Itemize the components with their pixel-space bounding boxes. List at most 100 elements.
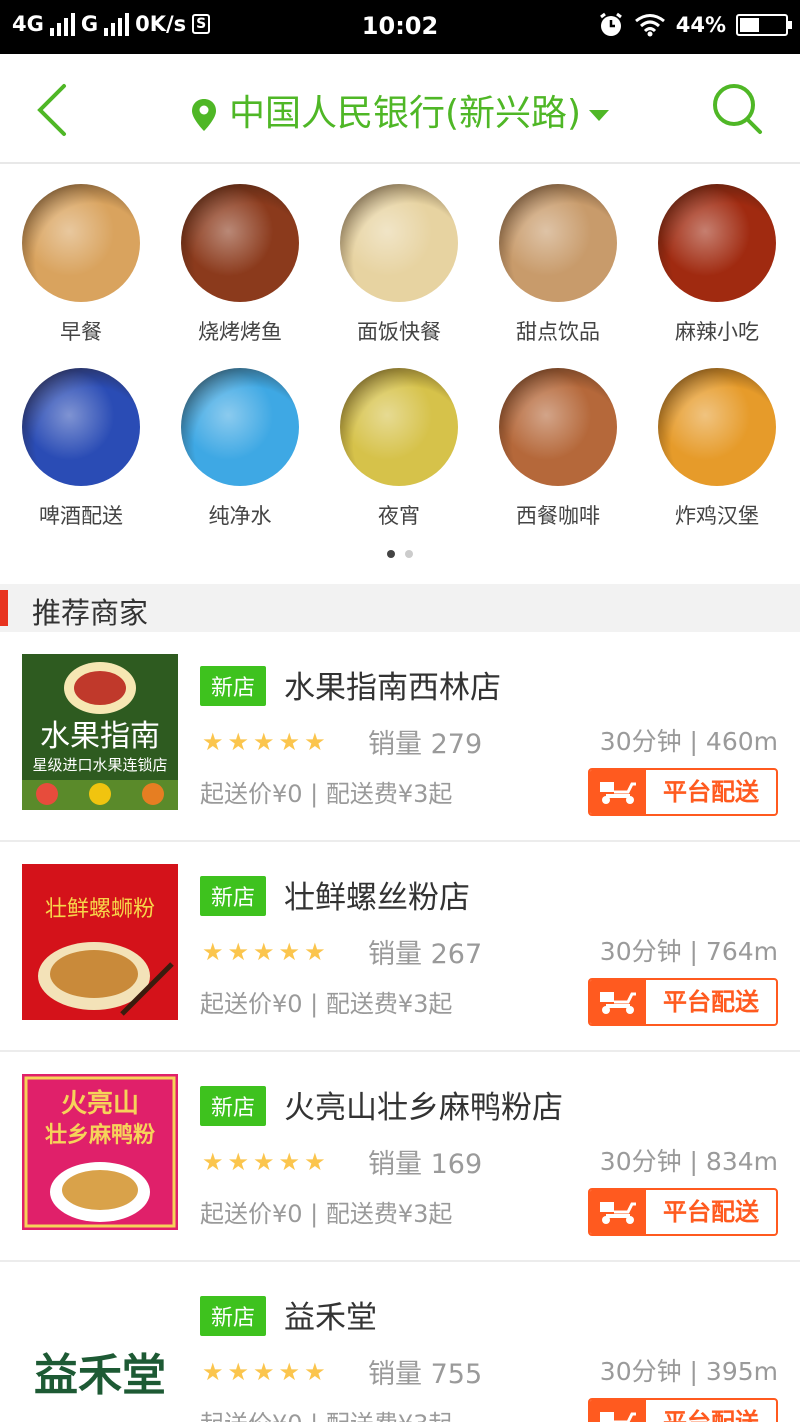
shop-logo: 水果指南 星级进口水果连锁店	[22, 654, 178, 810]
category-label: 甜点饮品	[516, 320, 600, 344]
delivery-fee: 起送价¥0 | 配送费¥3起	[200, 990, 453, 1018]
category-image	[658, 368, 776, 486]
platform-delivery-label: 平台配送	[663, 1408, 759, 1422]
delivery-fee: 起送价¥0 | 配送费¥3起	[200, 1200, 453, 1228]
category-item[interactable]: 甜点饮品	[479, 184, 637, 346]
new-shop-badge: 新店	[200, 1296, 267, 1336]
category-label: 早餐	[60, 320, 102, 344]
search-icon[interactable]	[710, 80, 764, 138]
svg-text:壮乡麻鸭粉: 壮乡麻鸭粉	[45, 1122, 155, 1148]
svg-text:壮鲜螺蛳粉: 壮鲜螺蛳粉	[45, 897, 155, 922]
category-label: 面饭快餐	[357, 320, 441, 344]
category-item[interactable]: 早餐	[2, 184, 160, 346]
category-image	[499, 368, 617, 486]
new-shop-badge: 新店	[200, 666, 267, 706]
category-item[interactable]: 夜宵	[320, 368, 478, 530]
category-item[interactable]: 炸鸡汉堡	[638, 368, 796, 530]
shop-logo: 壮鲜螺蛳粉	[22, 864, 178, 1020]
delivery-time-distance: 30分钟 | 834m	[599, 1147, 778, 1176]
platform-delivery-label: 平台配送	[663, 988, 759, 1016]
rating-stars: ★★★★★	[202, 1358, 330, 1386]
top-nav: 中国人民银行(新兴路)	[0, 54, 800, 164]
svg-text:水果指南: 水果指南	[40, 719, 160, 754]
category-item[interactable]: 麻辣小吃	[638, 184, 796, 346]
shop-list-item[interactable]: 壮鲜螺蛳粉 新店 壮鲜螺丝粉店 ★★★★★ 销量 267 30分钟 | 764m…	[0, 842, 800, 1052]
sales-count: 销量 169	[368, 1149, 483, 1180]
category-image	[499, 184, 617, 302]
category-label: 麻辣小吃	[675, 320, 759, 344]
category-label: 炸鸡汉堡	[675, 504, 759, 528]
category-grid: 早餐 烧烤烤鱼 面饭快餐 甜点饮品 麻辣小吃 啤酒配送 纯净水 夜宵 西餐咖啡 …	[0, 166, 800, 564]
platform-delivery-badge: 平台配送	[588, 768, 778, 816]
battery-fill	[740, 18, 759, 32]
rating-stars: ★★★★★	[202, 1148, 330, 1176]
battery-percent: 44%	[675, 13, 726, 37]
shop-logo: 益禾堂	[22, 1284, 178, 1422]
category-label: 啤酒配送	[39, 504, 123, 528]
shop-list-item[interactable]: 益禾堂 新店 益禾堂 ★★★★★ 销量 755 30分钟 | 395m 起送价¥…	[0, 1262, 800, 1422]
scooter-icon	[590, 770, 646, 814]
svg-text:益禾堂: 益禾堂	[34, 1350, 166, 1401]
category-item[interactable]: 西餐咖啡	[479, 368, 637, 530]
page-dot	[387, 550, 395, 558]
page-indicator	[0, 543, 800, 562]
category-label: 烧烤烤鱼	[198, 320, 282, 344]
rating-stars: ★★★★★	[202, 938, 330, 966]
section-title: 推荐商家	[32, 596, 149, 630]
section-header: 推荐商家	[0, 584, 800, 632]
scooter-icon	[590, 1190, 646, 1234]
category-item[interactable]: 烧烤烤鱼	[161, 184, 319, 346]
platform-delivery-badge: 平台配送	[588, 978, 778, 1026]
category-image	[658, 184, 776, 302]
alarm-icon	[599, 12, 622, 36]
svg-text:星级进口水果连锁店: 星级进口水果连锁店	[32, 756, 167, 774]
location-selector[interactable]: 中国人民银行(新兴路)	[0, 84, 800, 136]
category-label: 西餐咖啡	[516, 504, 600, 528]
category-image	[22, 368, 140, 486]
sales-count: 销量 267	[368, 939, 483, 970]
shop-name: 水果指南西林店	[284, 670, 501, 706]
wifi-icon	[634, 14, 665, 37]
category-label: 纯净水	[208, 504, 272, 528]
new-shop-badge: 新店	[200, 876, 267, 916]
shop-name: 火亮山壮乡麻鸭粉店	[284, 1090, 563, 1126]
scooter-icon	[590, 1400, 646, 1422]
new-shop-badge: 新店	[200, 1086, 267, 1126]
delivery-fee: 起送价¥0 | 配送费¥3起	[200, 780, 453, 808]
category-image	[340, 184, 458, 302]
category-image	[22, 184, 140, 302]
delivery-time-distance: 30分钟 | 460m	[599, 727, 778, 756]
sales-count: 销量 279	[368, 729, 483, 760]
delivery-fee: 起送价¥0 | 配送费¥3起	[200, 1404, 452, 1422]
platform-delivery-label: 平台配送	[663, 1198, 759, 1226]
category-image	[340, 368, 458, 486]
category-image	[181, 368, 299, 486]
shop-name: 益禾堂	[284, 1300, 377, 1336]
shop-list-item[interactable]: 水果指南 星级进口水果连锁店 新店 水果指南西林店 ★★★★★ 销量 279 3…	[0, 632, 800, 842]
chevron-down-icon	[589, 109, 610, 121]
rating-stars: ★★★★★	[202, 728, 330, 756]
platform-delivery-label: 平台配送	[663, 778, 759, 806]
category-image	[181, 184, 299, 302]
category-item[interactable]: 纯净水	[161, 368, 319, 530]
section-accent-bar	[0, 590, 8, 626]
shop-logo: 火亮山 壮乡麻鸭粉	[22, 1074, 178, 1230]
page-dot	[405, 550, 413, 558]
battery-icon	[736, 14, 792, 36]
delivery-time-distance: 30分钟 | 764m	[599, 937, 778, 966]
category-label: 夜宵	[378, 504, 420, 528]
location-name: 中国人民银行(新兴路)	[228, 93, 582, 134]
scooter-icon	[590, 980, 646, 1024]
category-item[interactable]: 啤酒配送	[2, 368, 160, 530]
shop-name: 壮鲜螺丝粉店	[284, 880, 470, 916]
delivery-time-distance: 30分钟 | 395m	[599, 1357, 778, 1386]
status-right: 44%	[598, 12, 792, 38]
category-item[interactable]: 面饭快餐	[320, 184, 478, 346]
svg-text:火亮山: 火亮山	[61, 1088, 139, 1119]
location-pin-icon	[191, 99, 216, 131]
platform-delivery-badge: 平台配送	[588, 1398, 778, 1422]
shop-list-item[interactable]: 火亮山 壮乡麻鸭粉 新店 火亮山壮乡麻鸭粉店 ★★★★★ 销量 169 30分钟…	[0, 1052, 800, 1262]
platform-delivery-badge: 平台配送	[588, 1188, 778, 1236]
sales-count: 销量 755	[368, 1359, 483, 1390]
status-bar: 4G G 0K/s S 10:02 44%	[0, 0, 800, 54]
